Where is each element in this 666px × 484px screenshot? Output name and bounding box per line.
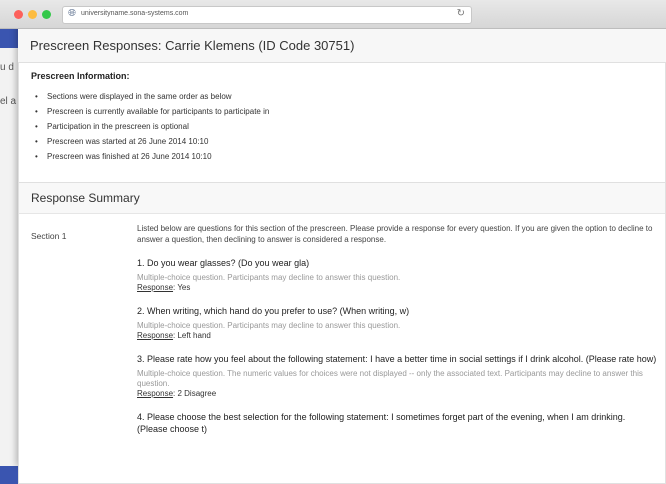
question-note: Multiple-choice question. Participants m…: [137, 321, 401, 330]
response-value: : Left hand: [173, 331, 211, 340]
url-text: universityname.sona-systems.com: [81, 10, 189, 17]
globe-icon: 🌐︎: [68, 8, 76, 19]
question-response: Response: 2 Disagree: [137, 389, 657, 399]
section-intro: Listed below are questions for this sect…: [137, 224, 653, 244]
question-response: Response: Left hand: [137, 331, 657, 341]
response-value: : Yes: [173, 283, 191, 292]
section-label: Section 1: [31, 231, 67, 241]
info-item: Prescreen is currently available for par…: [35, 104, 269, 119]
section-content: Listed below are questions for this sect…: [137, 223, 657, 435]
question-note: Multiple-choice question. Participants m…: [137, 273, 401, 282]
background-text: u d: [0, 62, 14, 73]
question-text: 4. Please choose the best selection for …: [137, 412, 626, 434]
response-value: : 2 Disagree: [173, 389, 217, 398]
info-item: Prescreen was finished at 26 June 2014 1…: [35, 149, 269, 164]
response-summary-title: Response Summary: [31, 191, 140, 205]
question-response: Response: Yes: [137, 283, 657, 293]
question-text: 3. Please rate how you feel about the fo…: [137, 354, 657, 364]
reload-icon[interactable]: ↻: [457, 8, 465, 19]
page-title: Prescreen Responses: Carrie Klemens (ID …: [30, 38, 355, 53]
question-text: 1. Do you wear glasses? (Do you wear gla…: [137, 258, 310, 268]
browser-toolbar: 🌐︎ universityname.sona-systems.com ↻: [0, 0, 666, 29]
info-list: Sections were displayed in the same orde…: [35, 89, 269, 164]
question-item: 3. Please rate how you feel about the fo…: [137, 353, 657, 399]
info-item: Sections were displayed in the same orde…: [35, 89, 269, 104]
close-window-button[interactable]: [14, 10, 23, 19]
address-bar[interactable]: 🌐︎ universityname.sona-systems.com ↻: [62, 6, 472, 24]
response-label: Response: [137, 283, 174, 292]
question-item: 4. Please choose the best selection for …: [137, 411, 657, 435]
browser-window: 🌐︎ universityname.sona-systems.com ↻ Pre…: [0, 0, 666, 484]
minimize-window-button[interactable]: [28, 10, 37, 19]
response-label: Response: [137, 331, 174, 340]
page-content: Prescreen Responses: Carrie Klemens (ID …: [18, 28, 666, 484]
prescreen-info-panel: Prescreen Information: Sections were dis…: [18, 62, 666, 198]
background-page: u d el a: [0, 48, 18, 466]
response-label: Response: [137, 389, 174, 398]
question-note: Multiple-choice question. The numeric va…: [137, 369, 643, 388]
question-item: 1. Do you wear glasses? (Do you wear gla…: [137, 257, 657, 293]
background-text: el a: [0, 96, 17, 107]
response-summary-panel: Response Summary Section 1 Listed below …: [18, 182, 666, 484]
maximize-window-button[interactable]: [42, 10, 51, 19]
question-text: 2. When writing, which hand do you prefe…: [137, 306, 410, 316]
info-item: Participation in the prescreen is option…: [35, 119, 269, 134]
info-item: Prescreen was started at 26 June 2014 10…: [35, 134, 269, 149]
response-summary-header: Response Summary: [19, 183, 665, 214]
info-heading: Prescreen Information:: [31, 71, 130, 81]
question-item: 2. When writing, which hand do you prefe…: [137, 305, 657, 341]
